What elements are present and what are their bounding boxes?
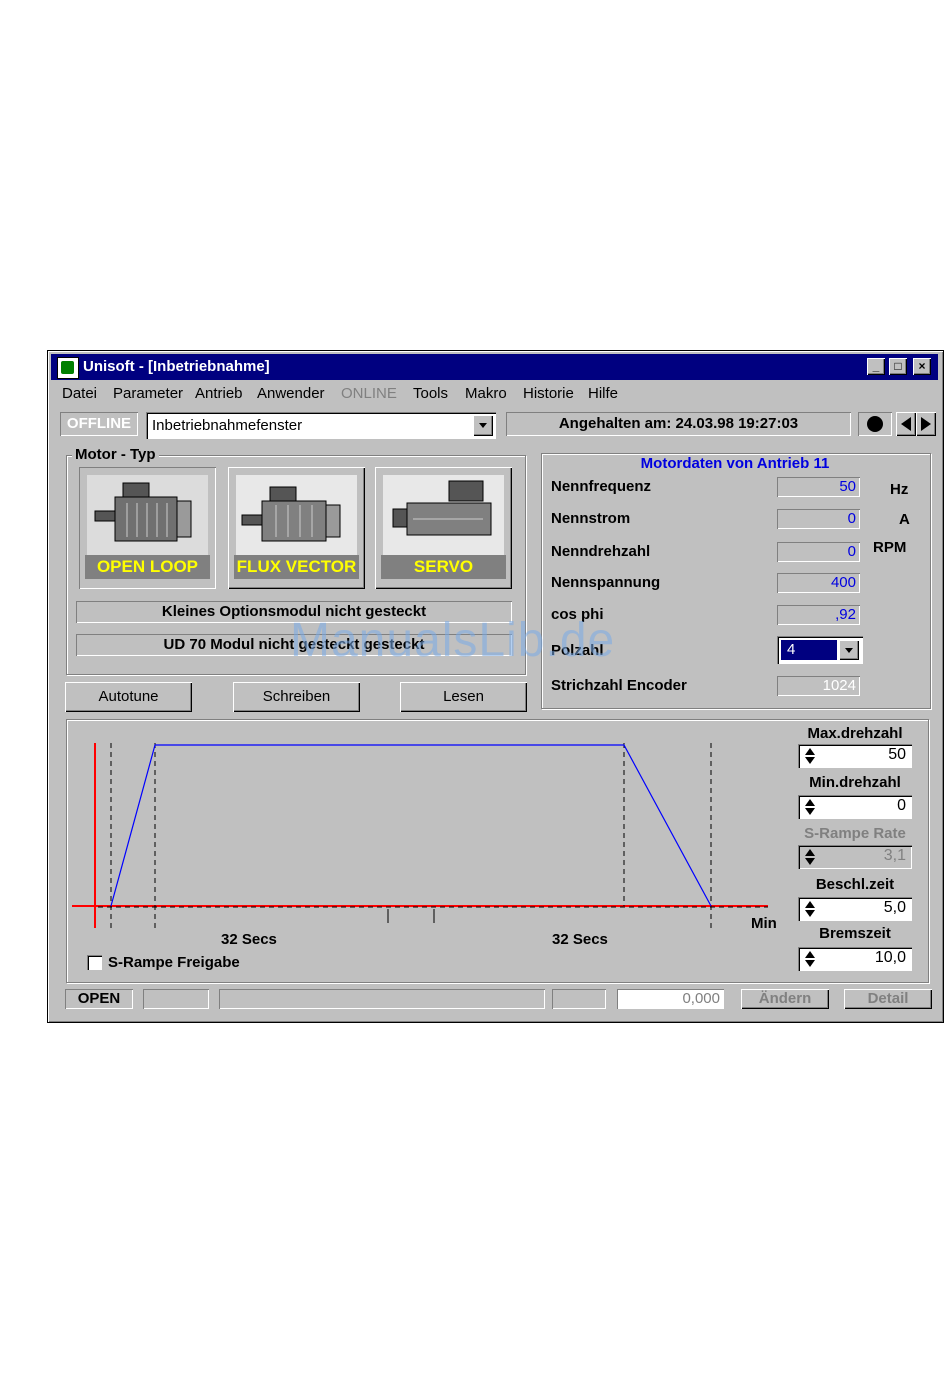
status-state: OPEN <box>65 989 133 1009</box>
motor-image <box>87 475 208 555</box>
menu-tools[interactable]: Tools <box>413 385 448 402</box>
servo-label: SERVO <box>381 555 506 579</box>
min-label: Min <box>751 915 777 932</box>
status-display: Angehalten am: 24.03.98 19:27:03 <box>506 412 851 436</box>
menu-datei[interactable]: Datei <box>62 385 97 402</box>
min-drehzahl-label: Min.drehzahl <box>809 774 901 791</box>
chevron-down-icon <box>845 648 853 653</box>
min-drehzahl-spinner[interactable]: 0 <box>798 795 912 819</box>
nennstrom-unit: A <box>899 511 910 528</box>
decel-time-label: 32 Secs <box>552 931 608 948</box>
up-down-arrows-icon <box>805 901 815 917</box>
nenndrehzahl-field[interactable]: 0 <box>777 542 860 562</box>
motordata-header: Motordaten von Antrieb 11 <box>640 455 830 472</box>
nenndrehzahl-unit: RPM <box>873 539 907 556</box>
up-down-arrows-icon <box>805 748 815 764</box>
window-title: Unisoft - [Inbetriebnahme] <box>83 358 270 375</box>
detail-button[interactable]: Detail <box>844 989 932 1009</box>
menu-anwender[interactable]: Anwender <box>257 385 325 402</box>
arrow-right-icon <box>921 417 931 431</box>
open-loop-button[interactable]: OPEN LOOP <box>79 467 216 589</box>
polzahl-select[interactable]: 4 <box>777 636 863 664</box>
chevron-down-icon <box>479 423 487 428</box>
menu-antrieb[interactable]: Antrieb <box>195 385 243 402</box>
nennfrequenz-field[interactable]: 50 <box>777 477 860 497</box>
menu-online[interactable]: ONLINE <box>341 385 397 402</box>
open-loop-label: OPEN LOOP <box>85 555 210 579</box>
window-select[interactable]: Inbetriebnahmefenster <box>146 412 496 439</box>
beschl-zeit-value: 5,0 <box>883 899 906 916</box>
ramp-line <box>110 744 712 907</box>
max-drehzahl-value: 50 <box>888 746 906 763</box>
flux-vector-label: FLUX VECTOR <box>234 555 359 579</box>
accel-time-label: 32 Secs <box>221 931 277 948</box>
dropdown-button[interactable] <box>473 415 493 436</box>
ramp-graph <box>72 743 768 928</box>
status-cell-2 <box>219 989 545 1009</box>
polzahl-dropdown-button[interactable] <box>839 640 859 660</box>
nennstrom-label: Nennstrom <box>551 510 631 527</box>
offline-indicator: OFFLINE <box>60 412 138 436</box>
schreiben-button[interactable]: Schreiben <box>233 682 360 712</box>
next-button[interactable] <box>916 412 936 436</box>
prev-button[interactable] <box>896 412 916 436</box>
nennstrom-field[interactable]: 0 <box>777 509 860 529</box>
record-button[interactable] <box>858 412 892 436</box>
nenndrehzahl-label: Nenndrehzahl <box>551 543 651 560</box>
servo-button[interactable]: SERVO <box>375 467 512 589</box>
status-value-field[interactable]: 0,000 <box>617 989 724 1009</box>
strichzahl-label: Strichzahl Encoder <box>551 677 687 694</box>
main-window: Unisoft - [Inbetriebnahme] _ □ × Datei P… <box>47 350 944 1023</box>
up-down-arrows-icon <box>805 849 815 865</box>
beschl-zeit-label: Beschl.zeit <box>815 876 895 893</box>
bremszeit-spinner[interactable]: 10,0 <box>798 947 912 971</box>
bremszeit-value: 10,0 <box>874 949 906 966</box>
motor-type-label: Motor - Typ <box>72 446 159 463</box>
lesen-button[interactable]: Lesen <box>400 682 527 712</box>
andern-button[interactable]: Ändern <box>741 989 829 1009</box>
max-drehzahl-spinner[interactable]: 50 <box>798 744 912 768</box>
arrow-left-icon <box>901 417 911 431</box>
s-rampe-rate-label: S-Rampe Rate <box>804 825 906 842</box>
min-drehzahl-value: 0 <box>897 797 906 814</box>
nennfrequenz-label: Nennfrequenz <box>551 478 652 495</box>
menu-bar: Datei Parameter Antrieb Anwender ONLINE … <box>51 382 938 404</box>
close-button[interactable]: × <box>913 358 931 375</box>
beschl-zeit-spinner[interactable]: 5,0 <box>798 897 912 921</box>
nennspannung-field[interactable]: 400 <box>777 573 860 593</box>
strichzahl-field: 1024 <box>777 676 860 696</box>
maximize-button[interactable]: □ <box>889 358 907 375</box>
minimize-button[interactable]: _ <box>867 358 885 375</box>
s-rampe-label: S-Rampe Freigabe <box>108 954 240 971</box>
menu-parameter[interactable]: Parameter <box>113 385 183 402</box>
up-down-arrows-icon <box>805 951 815 967</box>
title-bar[interactable]: Unisoft - [Inbetriebnahme] _ □ × <box>51 354 938 380</box>
autotune-button[interactable]: Autotune <box>65 682 192 712</box>
bremszeit-label: Bremszeit <box>819 925 891 942</box>
app-icon[interactable] <box>57 357 79 379</box>
menu-historie[interactable]: Historie <box>523 385 574 402</box>
s-rampe-rate-value: 3,1 <box>883 847 906 864</box>
watermark: ManualsLib.de <box>290 614 616 667</box>
cos-phi-field[interactable]: ,92 <box>777 605 860 625</box>
flux-vector-button[interactable]: FLUX VECTOR <box>228 467 365 589</box>
window-select-value: Inbetriebnahmefenster <box>152 417 303 434</box>
menu-hilfe[interactable]: Hilfe <box>588 385 618 402</box>
record-icon <box>867 416 883 432</box>
polzahl-value: 4 <box>781 640 837 660</box>
s-rampe-checkbox[interactable] <box>87 955 102 970</box>
max-drehzahl-label: Max.drehzahl <box>807 725 903 742</box>
status-cell-1 <box>143 989 209 1009</box>
status-cell-3 <box>552 989 606 1009</box>
nennfrequenz-unit: Hz <box>890 481 909 498</box>
up-down-arrows-icon <box>805 799 815 815</box>
menu-makro[interactable]: Makro <box>465 385 507 402</box>
motor-image <box>236 475 357 555</box>
nennspannung-label: Nennspannung <box>551 574 661 591</box>
s-rampe-rate-spinner[interactable]: 3,1 <box>798 845 912 869</box>
motor-image <box>383 475 504 555</box>
